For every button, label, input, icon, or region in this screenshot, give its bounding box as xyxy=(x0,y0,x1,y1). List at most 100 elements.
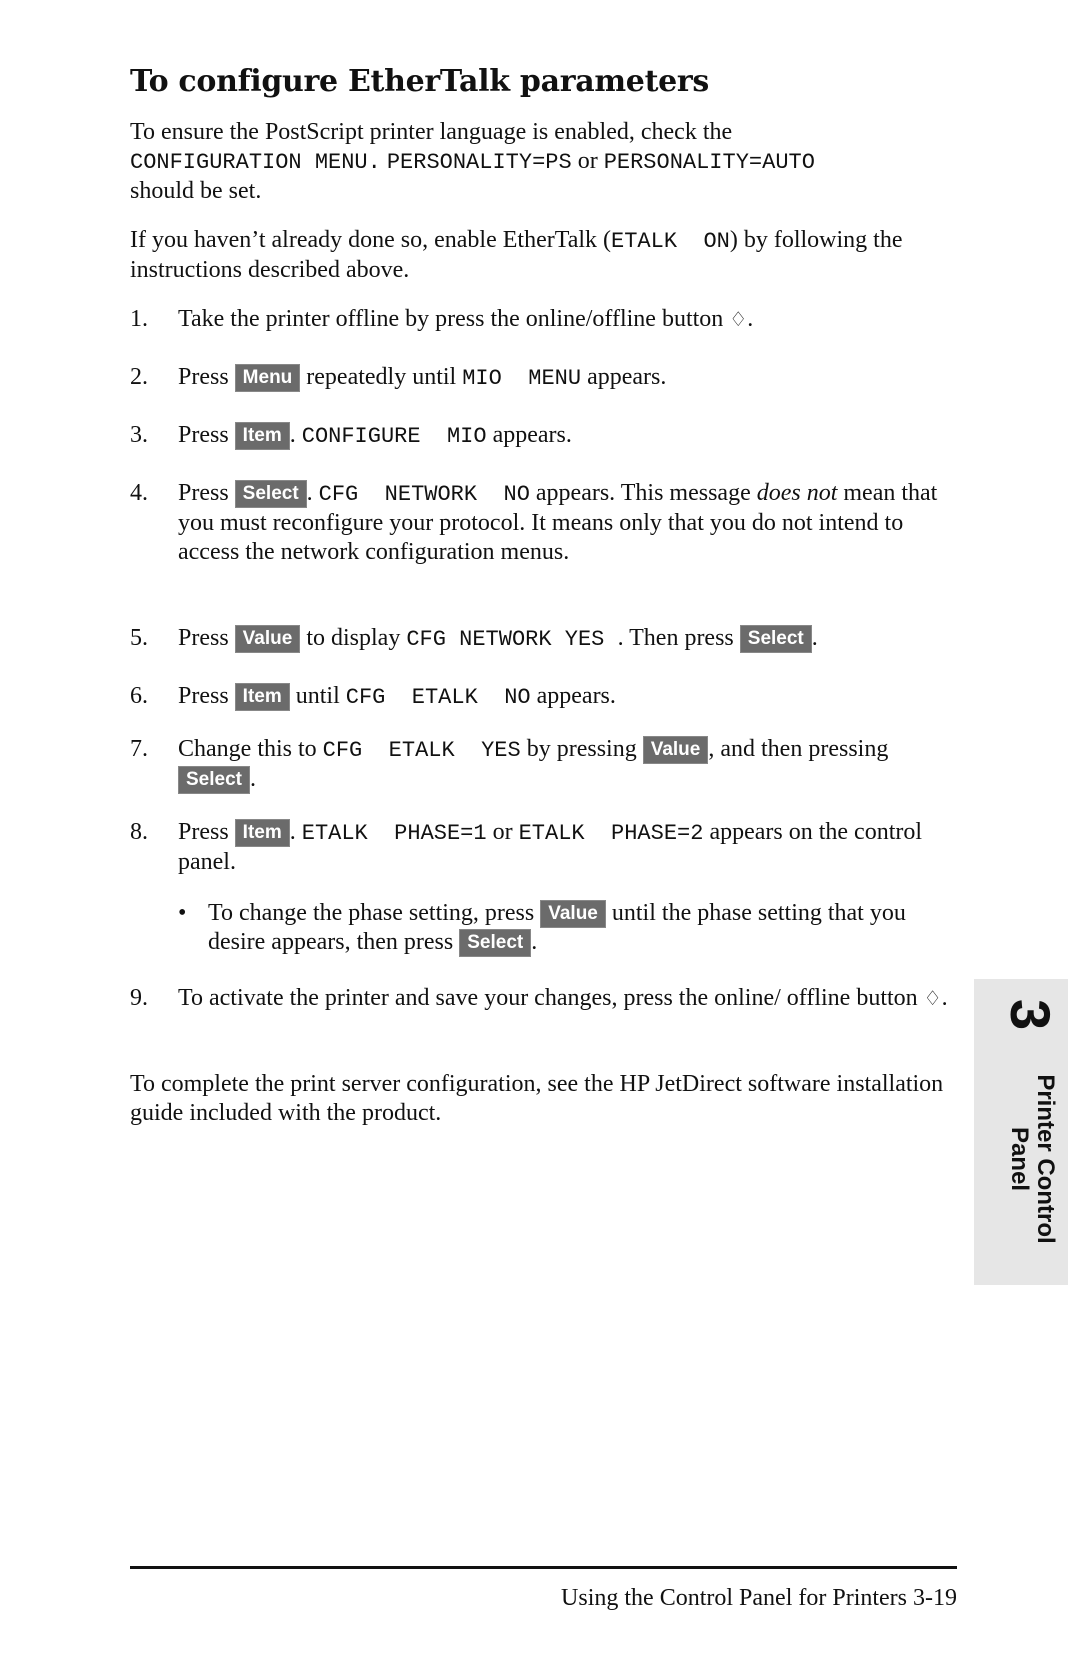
phase-bullet: • To change the phase setting, press Val… xyxy=(178,899,938,957)
display-message: ETALK PHASE=2 xyxy=(518,821,704,846)
display-message: MIO MENU xyxy=(462,366,582,391)
bullet-icon: • xyxy=(178,900,187,926)
step-body: Change this to CFG ETALK YES by pressing… xyxy=(178,735,960,794)
select-key: Select xyxy=(459,929,532,957)
text: . xyxy=(747,306,754,332)
text: Press xyxy=(178,422,235,448)
page-footer: Using the Control Panel for Printers 3-1… xyxy=(561,1585,957,1611)
online-offline-icon: ♢ xyxy=(729,307,748,331)
bullet-body: To change the phase setting, press Value… xyxy=(208,899,938,957)
step-number: 8. xyxy=(130,819,148,845)
step-body: Press Select. CFG NETWORK NO appears. Th… xyxy=(178,479,960,567)
step-9: 9. To activate the printer and save your… xyxy=(130,984,960,1013)
text: Press xyxy=(178,480,235,506)
display-message: CFG ETALK YES xyxy=(322,738,521,763)
text: Press xyxy=(178,819,235,845)
menu-key: Menu xyxy=(234,364,301,392)
text: repeatedly until xyxy=(300,364,463,390)
step-number: 3. xyxy=(130,422,148,448)
text: Change this to xyxy=(178,736,323,762)
text: . xyxy=(306,480,319,506)
step-5: 5. Press Value to display CFG NETWORK YE… xyxy=(130,624,960,654)
step-number: 5. xyxy=(130,625,148,651)
step-body: Press Item. CONFIGURE MIO appears. xyxy=(178,421,960,451)
step-1: 1. Take the printer offline by press the… xyxy=(130,305,960,334)
text: by pressing xyxy=(520,736,643,762)
text: . xyxy=(811,625,818,651)
display-message: CFG ETALK NO xyxy=(345,685,531,710)
item-key: Item xyxy=(234,683,290,711)
step-2: 2. Press Menu repeatedly until MIO MENU … xyxy=(130,363,960,393)
text: . xyxy=(289,422,302,448)
text: or xyxy=(486,819,519,845)
item-key: Item xyxy=(234,422,290,450)
display-message: CONFIGURE MIO xyxy=(301,424,487,449)
text: . xyxy=(941,985,948,1011)
intro-text: should be set. xyxy=(130,178,262,204)
chapter-title-line: Printer Control xyxy=(1032,1074,1059,1244)
step-number: 7. xyxy=(130,736,148,762)
intro-text: To ensure the PostScript printer languag… xyxy=(130,119,733,145)
step-number: 2. xyxy=(130,364,148,390)
text: If you haven’t already done so, enable E… xyxy=(130,227,612,253)
step-body: Take the printer offline by press the on… xyxy=(178,305,960,334)
online-offline-icon: ♢ xyxy=(923,986,942,1010)
display-message: CFG NETWORK YES xyxy=(406,627,618,652)
step-body: Press Item. ETALK PHASE=1 or ETALK PHASE… xyxy=(178,818,960,877)
chapter-title: Printer Control Panel xyxy=(1006,1059,1059,1259)
display-message: ETALK PHASE=1 xyxy=(301,821,487,846)
value-key: Value xyxy=(642,736,709,764)
intro-paragraph-etalk: If you haven’t already done so, enable E… xyxy=(130,226,960,285)
text: Take the printer offline by press the on… xyxy=(178,306,730,332)
text: To change the phase setting, press xyxy=(208,900,541,926)
chapter-number: 3 xyxy=(999,999,1062,1031)
text: to display xyxy=(300,625,407,651)
text: appears. This message xyxy=(529,480,757,506)
step-body: Press Item until CFG ETALK NO appears. xyxy=(178,682,960,712)
select-key: Select xyxy=(178,766,250,794)
chapter-tab: 3 Printer Control Panel xyxy=(974,979,1068,1285)
step-6: 6. Press Item until CFG ETALK NO appears… xyxy=(130,682,960,712)
intro-paragraph-personality: To ensure the PostScript printer languag… xyxy=(130,118,960,206)
step-body: Press Value to display CFG NETWORK YES .… xyxy=(178,624,960,654)
text: until xyxy=(289,683,346,709)
chapter-tab-content: 3 Printer Control Panel xyxy=(974,979,1068,1285)
menu-name: CONFIGURATION MENU. xyxy=(130,150,381,175)
section-title: To configure EtherTalk parameters xyxy=(130,64,710,99)
step-number: 6. xyxy=(130,683,148,709)
text: To activate the printer and save your ch… xyxy=(178,985,924,1011)
step-8: 8. Press Item. ETALK PHASE=1 or ETALK PH… xyxy=(130,818,960,877)
footer-divider xyxy=(130,1566,957,1569)
step-7: 7. Change this to CFG ETALK YES by press… xyxy=(130,735,960,794)
closing-paragraph: To complete the print server configurati… xyxy=(130,1071,944,1126)
text: or xyxy=(571,148,604,174)
text: Press xyxy=(178,364,235,390)
display-message: CFG NETWORK NO xyxy=(318,482,530,507)
text: . xyxy=(249,766,256,792)
chapter-title-line: Panel xyxy=(1006,1126,1033,1192)
step-4: 4. Press Select. CFG NETWORK NO appears.… xyxy=(130,479,960,567)
manual-page: To configure EtherTalk parameters To ens… xyxy=(0,0,1080,1669)
value-key: Value xyxy=(540,900,606,928)
select-key: Select xyxy=(739,625,812,653)
setting-auto: PERSONALITY=AUTO xyxy=(603,150,815,175)
step-body: To activate the printer and save your ch… xyxy=(178,984,960,1013)
emphasis: does not xyxy=(756,480,838,506)
step-3: 3. Press Item. CONFIGURE MIO appears. xyxy=(130,421,960,451)
text: . xyxy=(531,929,538,955)
item-key: Item xyxy=(234,819,290,847)
step-body: Press Menu repeatedly until MIO MENU app… xyxy=(178,363,960,393)
setting-etalk-on: ETALK ON xyxy=(611,229,730,254)
text: , and then pressing xyxy=(708,736,889,762)
text: Press xyxy=(178,625,235,651)
step-number: 9. xyxy=(130,985,148,1011)
text: Press xyxy=(178,683,235,709)
setting-ps: PERSONALITY=PS xyxy=(386,150,572,175)
text: appears. xyxy=(581,364,667,390)
text: . xyxy=(289,819,302,845)
text: . Then press xyxy=(617,625,740,651)
select-key: Select xyxy=(234,480,307,508)
text: appears. xyxy=(530,683,616,709)
value-key: Value xyxy=(234,625,301,653)
step-number: 4. xyxy=(130,480,148,506)
